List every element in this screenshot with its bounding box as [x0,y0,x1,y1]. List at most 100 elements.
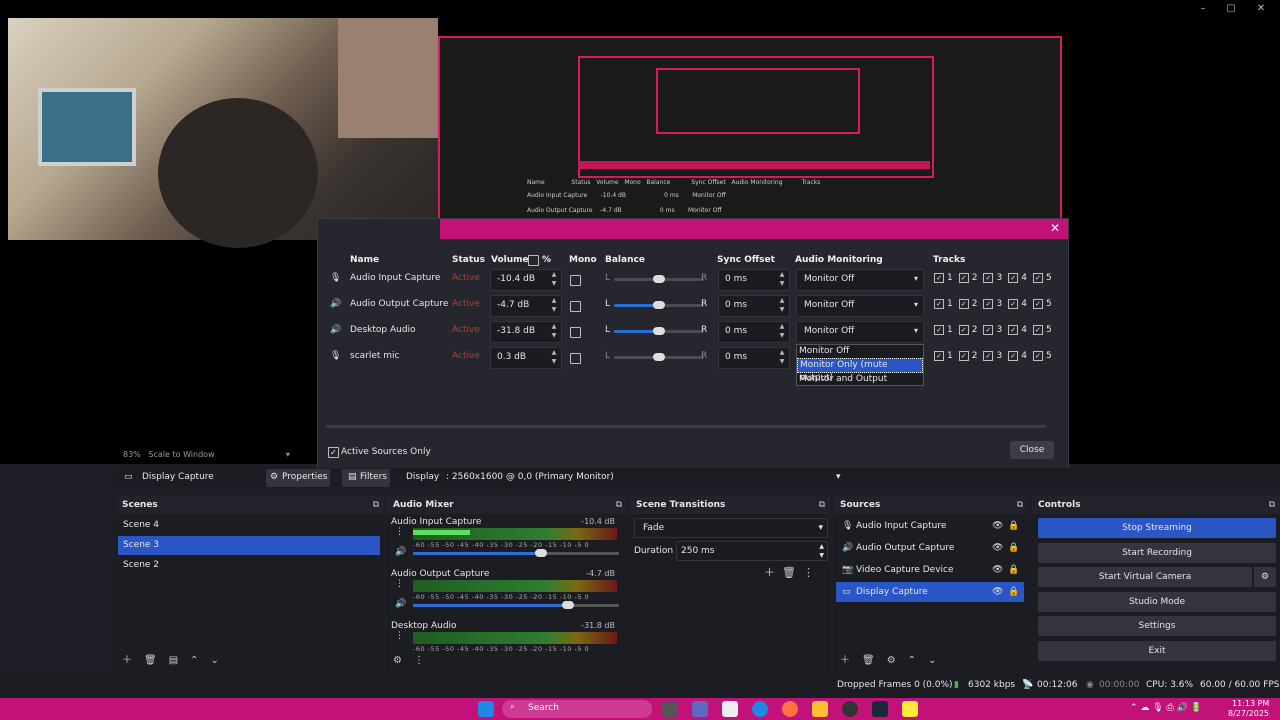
volume-slider[interactable] [413,601,619,609]
float-icon[interactable]: ⧉ [813,496,825,514]
eye-icon[interactable]: 👁 [992,516,1003,536]
obs-icon[interactable] [842,701,858,717]
steam-icon[interactable] [872,701,888,717]
chevron-up-icon[interactable]: ⌃ [190,655,198,666]
gear-icon[interactable]: ⚙ [887,655,896,666]
stop-streaming-button[interactable]: Stop Streaming [1038,518,1276,538]
properties-button[interactable]: ⚙ Properties [266,469,330,487]
taskbar-search[interactable]: ⌕ Search [502,700,652,718]
start-recording-button[interactable]: Start Recording [1038,543,1276,563]
tracks-checkboxes[interactable]: ✓ 1 ✓ 2 ✓ 3 ✓ 4 ✓ 5 [934,351,1058,361]
volume-slider[interactable] [413,549,619,557]
volume-spinbox[interactable]: 0.3 dB ▲ ▼ [490,347,562,369]
sync-offset-spinbox[interactable]: 0 ms ▲ ▼ [718,347,790,369]
tracks-checkboxes[interactable]: ✓ 1 ✓ 2 ✓ 3 ✓ 4 ✓ 5 [934,273,1058,283]
monitoring-dropdown[interactable]: Monitor Off ▾ [796,295,924,317]
balance-slider[interactable] [614,353,704,361]
close-icon[interactable]: ✕ [1048,221,1062,235]
more-icon[interactable]: ⋮ [395,631,404,641]
gear-icon[interactable]: ⚙ [1254,567,1276,587]
minimize-icon[interactable]: – [1194,2,1212,16]
active-sources-checkbox[interactable]: ✓ [328,447,339,458]
chevron-down-icon[interactable]: ▾ [836,472,841,482]
app-icon[interactable] [902,701,918,717]
mono-checkbox[interactable] [570,275,581,286]
chevron-up-icon[interactable]: ⌃ [908,655,916,666]
more-icon[interactable]: ⋮ [395,527,404,537]
chevron-down-icon[interactable]: ⌄ [211,655,219,666]
option-monitor-and-output[interactable]: Monitor and Output [797,373,923,386]
sync-offset-spinbox[interactable]: 0 ms ▲ ▼ [718,295,790,317]
eye-icon[interactable]: 👁 [992,560,1003,580]
firefox-icon[interactable] [782,701,798,717]
store-icon[interactable] [722,701,738,717]
speaker-icon[interactable]: 🔊 [395,599,406,609]
tracks-checkboxes[interactable]: ✓ 1 ✓ 2 ✓ 3 ✓ 4 ✓ 5 [934,299,1058,309]
gear-icon[interactable]: ⚙ [393,655,402,666]
balance-slider[interactable] [614,301,704,309]
filter-icon[interactable]: ▤ [169,655,178,666]
eye-icon[interactable]: 👁 [992,538,1003,558]
tracks-checkboxes[interactable]: ✓ 1 ✓ 2 ✓ 3 ✓ 4 ✓ 5 [934,325,1058,335]
balance-slider[interactable] [614,275,704,283]
horizontal-scrollbar[interactable] [326,425,1046,428]
sync-offset-spinbox[interactable]: 0 ms ▲ ▼ [718,321,790,343]
exit-button[interactable]: Exit [1038,641,1276,661]
duration-spinbox[interactable]: 250 ms ▲ ▼ [676,541,828,561]
sync-offset-spinbox[interactable]: 0 ms ▲ ▼ [718,269,790,291]
float-icon[interactable]: ⧉ [367,496,379,514]
volume-spinbox[interactable]: -4.7 dB ▲ ▼ [490,295,562,317]
add-icon[interactable]: ＋ [122,655,132,666]
monitoring-dropdown[interactable]: Monitor Off ▾ [796,269,924,291]
folder-icon[interactable] [812,701,828,717]
mono-checkbox[interactable] [570,353,581,364]
eye-icon[interactable]: 👁 [992,582,1003,602]
source-item[interactable]: 🎙 Audio Input Capture 👁 🔒 [836,516,1024,536]
task-view-icon[interactable] [662,701,678,717]
source-item[interactable]: ▭ Display Capture 👁 🔒 [836,582,1024,602]
scene-item[interactable]: Scene 2 [118,556,380,575]
volume-spinbox[interactable]: -10.4 dB ▲ ▼ [490,269,562,291]
scene-item[interactable]: Scene 4 [118,516,380,535]
tray-icons[interactable]: ⌃ ☁ 🎙 ⎙ 🔊 🔋 [1130,703,1202,713]
maximize-icon[interactable]: ▢ [1222,2,1240,16]
lock-icon[interactable]: 🔒 [1008,560,1019,580]
mono-checkbox[interactable] [570,327,581,338]
balance-slider[interactable] [614,327,704,335]
scene-item[interactable]: Scene 3 [118,536,380,555]
transition-select[interactable]: Fade ▾ [634,518,828,538]
source-item[interactable]: 📷 Video Capture Device 👁 🔒 [836,560,1024,580]
more-icon[interactable]: ⋮ [395,579,404,589]
start-virtual-camera-button[interactable]: Start Virtual Camera [1038,567,1252,587]
windows-start-icon[interactable] [478,701,494,717]
settings-button[interactable]: Settings [1038,616,1276,636]
volume-spinbox[interactable]: -31.8 dB ▲ ▼ [490,321,562,343]
float-icon[interactable]: ⧉ [610,496,622,514]
add-icon[interactable]: ＋ [840,655,850,666]
close-icon[interactable]: ✕ [1252,2,1270,16]
speaker-icon[interactable]: 🔊 [395,547,406,557]
more-icon[interactable]: ⋮ [414,655,424,666]
more-icon[interactable]: ⋮ [803,566,814,579]
trash-icon[interactable]: 🗑 [144,655,157,666]
option-monitor-only[interactable]: Monitor Only (mute output) [797,358,923,383]
trash-icon[interactable]: 🗑 [862,655,875,666]
monitoring-dropdown[interactable]: Monitor Off ▾ [796,321,924,343]
zoom-status[interactable]: 83% Scale to Window ▾ [123,450,290,459]
monitoring-dropdown-list[interactable]: Monitor Off Monitor Only (mute output) M… [796,344,924,386]
add-icon[interactable]: ＋ [764,566,775,579]
filters-button[interactable]: ▤ Filters [342,469,390,487]
percent-checkbox[interactable] [528,255,539,266]
source-item[interactable]: 🔊 Audio Output Capture 👁 🔒 [836,538,1024,558]
lock-icon[interactable]: 🔒 [1008,582,1019,602]
lock-icon[interactable]: 🔒 [1008,516,1019,536]
float-icon[interactable]: ⧉ [1011,496,1023,514]
float-icon[interactable]: ⧉ [1263,496,1275,514]
lock-icon[interactable]: 🔒 [1008,538,1019,558]
trash-icon[interactable]: 🗑 [782,566,796,579]
close-button[interactable]: Close [1010,441,1054,459]
mono-checkbox[interactable] [570,301,581,312]
edge-icon[interactable] [752,701,768,717]
studio-mode-button[interactable]: Studio Mode [1038,592,1276,612]
display-select[interactable]: : 2560x1600 @ 0,0 (Primary Monitor) [446,472,614,482]
